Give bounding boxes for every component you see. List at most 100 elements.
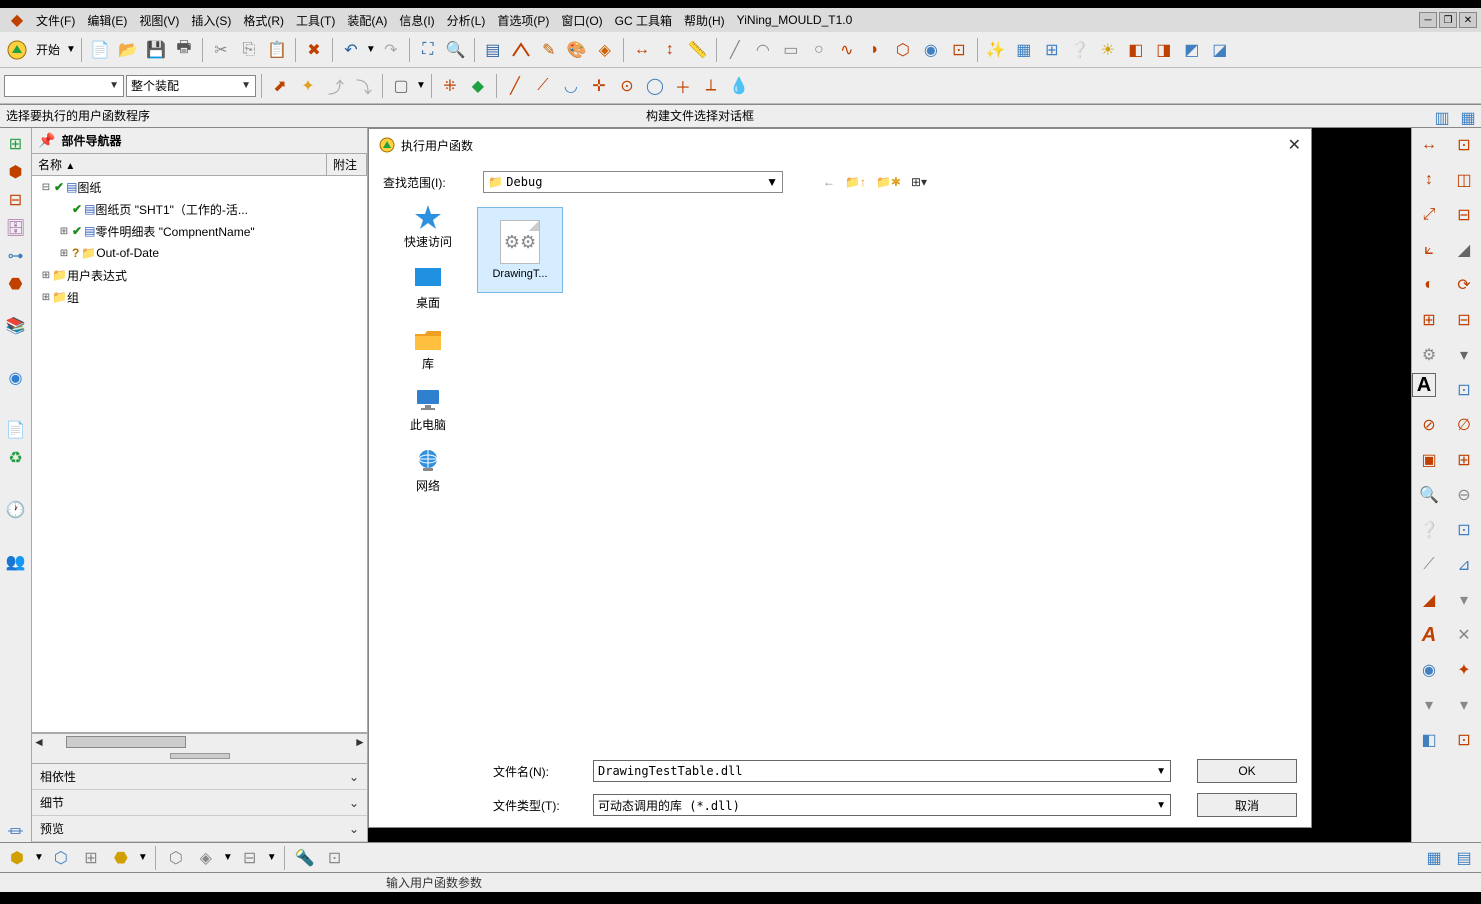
clamp-icon[interactable]: ⏛ — [4, 818, 28, 842]
rt-14-icon[interactable]: ▾ — [1447, 338, 1481, 372]
filetype-combo[interactable]: 可动态调用的库 (*.dll) ▼ — [593, 794, 1171, 816]
tool-b-icon[interactable]: ◨ — [1151, 37, 1177, 63]
snap-center-icon[interactable]: ⊙ — [614, 73, 640, 99]
tree-row[interactable]: ⊞?📁 Out-of-Date — [32, 242, 367, 264]
redo-icon[interactable]: ↷ — [378, 37, 404, 63]
rect-icon[interactable]: ▭ — [778, 37, 804, 63]
open-icon[interactable]: 📂 — [115, 37, 141, 63]
books-icon[interactable]: 📚 — [4, 314, 28, 338]
bt-r1-icon[interactable]: ▦ — [1421, 845, 1447, 871]
undo-dropdown[interactable]: ▼ — [366, 44, 376, 55]
selection-combo[interactable]: ▼ — [4, 75, 124, 97]
place-desktop[interactable]: 桌面 — [412, 264, 444, 311]
rt-3-icon[interactable]: ↕ — [1412, 163, 1446, 197]
bt-6-dd[interactable]: ▼ — [223, 852, 233, 863]
menu-window[interactable]: 窗口(O) — [555, 10, 608, 31]
rt-25-icon[interactable]: ⊿ — [1447, 548, 1481, 582]
chevron-down-icon[interactable]: ▼ — [66, 44, 76, 55]
shape4-icon[interactable]: ⊡ — [946, 37, 972, 63]
chevron-down-icon[interactable]: ▼ — [1156, 800, 1166, 811]
nx-icon[interactable] — [4, 37, 30, 63]
menu-tools[interactable]: 工具(T) — [290, 10, 341, 31]
rt-22-icon[interactable]: ❔ — [1412, 513, 1446, 547]
rt-28-icon[interactable]: A — [1412, 618, 1446, 652]
history-icon[interactable]: ⊟ — [4, 188, 28, 212]
view-mode-icon[interactable]: ⊞▾ — [911, 175, 927, 189]
sun-icon[interactable]: ☀ — [1095, 37, 1121, 63]
palette-icon[interactable]: 🎨 — [564, 37, 590, 63]
new-folder-icon[interactable]: 📁✱ — [876, 175, 901, 189]
place-computer[interactable]: 此电脑 — [410, 386, 446, 433]
grid-icon[interactable]: ▦ — [1011, 37, 1037, 63]
menu-format[interactable]: 格式(R) — [237, 10, 290, 31]
rt-4-icon[interactable]: ◫ — [1447, 163, 1481, 197]
circle-icon[interactable]: ○ — [806, 37, 832, 63]
shape3-icon[interactable]: ◉ — [918, 37, 944, 63]
wcs-icon[interactable] — [508, 37, 534, 63]
h-scrollbar[interactable]: ◄ ► — [32, 733, 367, 749]
filter1-icon[interactable]: ⬈ — [267, 73, 293, 99]
place-quick[interactable]: 快速访问 — [404, 203, 452, 250]
save-icon[interactable]: 💾 — [143, 37, 169, 63]
rt-26-icon[interactable]: ◢ — [1412, 583, 1446, 617]
cancel-button[interactable]: 取消 — [1197, 793, 1297, 817]
bt-7-dd[interactable]: ▼ — [267, 852, 277, 863]
expander-icon[interactable]: ⊞ — [40, 270, 52, 281]
clock-icon[interactable]: 🕐 — [4, 498, 28, 522]
menu-file[interactable]: 文件(F) — [30, 10, 81, 31]
rt-9-icon[interactable]: ◐ — [1412, 268, 1446, 302]
snap2-icon[interactable]: ◆ — [465, 73, 491, 99]
start-label[interactable]: 开始 — [32, 41, 64, 58]
bt-9-icon[interactable]: ⊡ — [322, 845, 348, 871]
bt-3-icon[interactable]: ⊞ — [78, 845, 104, 871]
bt-6-icon[interactable]: ◈ — [193, 845, 219, 871]
acc-preview[interactable]: 预览⌄ — [32, 816, 367, 842]
ruler-icon[interactable]: 📏 — [685, 37, 711, 63]
rt-13-icon[interactable]: ⚙ — [1412, 338, 1446, 372]
edit-icon[interactable]: ✎ — [536, 37, 562, 63]
scope-combo[interactable]: 📁 Debug ▼ — [483, 171, 783, 193]
menu-info[interactable]: 信息(I) — [393, 10, 440, 31]
snap-quad-icon[interactable]: ◯ — [642, 73, 668, 99]
filename-input[interactable]: DrawingTestTable.dll ▼ — [593, 760, 1171, 782]
snap1-icon[interactable]: ⁜ — [437, 73, 463, 99]
snap-mid-icon[interactable]: ⟋ — [530, 73, 556, 99]
tree-row[interactable]: ⊞📁 组 — [32, 286, 367, 308]
new-icon[interactable]: 📄 — [87, 37, 113, 63]
rt-12-icon[interactable]: ⊟ — [1447, 303, 1481, 337]
doc-icon[interactable]: 📄 — [4, 418, 28, 442]
restore-button[interactable]: ❐ — [1439, 12, 1457, 28]
expander-icon[interactable]: ⊞ — [58, 248, 70, 259]
bt-1-icon[interactable]: ⬢ — [4, 845, 30, 871]
rt-33-icon[interactable]: ▾ — [1447, 688, 1481, 722]
acc-detail[interactable]: 细节⌄ — [32, 790, 367, 816]
pin-icon[interactable]: 📌 — [38, 132, 55, 149]
up-folder-icon[interactable]: 📁↑ — [845, 175, 866, 189]
dim2-icon[interactable]: ↕ — [657, 37, 683, 63]
bt-5-icon[interactable]: ⬡ — [163, 845, 189, 871]
snap-arc-icon[interactable]: ◡ — [558, 73, 584, 99]
bt-4-icon[interactable]: ⬣ — [108, 845, 134, 871]
selbox-icon[interactable]: ▢ — [388, 73, 414, 99]
filter2-icon[interactable]: ✦ — [295, 73, 321, 99]
delete-icon[interactable]: ✖ — [301, 37, 327, 63]
help-icon[interactable]: ❔ — [1067, 37, 1093, 63]
zoom-icon[interactable]: 🔍 — [443, 37, 469, 63]
nav-icon[interactable]: ⊞ — [4, 132, 28, 156]
rt-16-icon[interactable]: ⊘ — [1412, 408, 1446, 442]
menu-edit[interactable]: 编辑(E) — [81, 10, 133, 31]
sparkle-icon[interactable]: ✨ — [983, 37, 1009, 63]
tree-row[interactable]: ⊞📁 用户表达式 — [32, 264, 367, 286]
scroll-right-icon[interactable]: ► — [353, 735, 367, 749]
graphics-area[interactable]: 执行用户函数 ✕ 查找范围(I): 📁 Debug ▼ ← 📁↑ 📁✱ ⊞▾ — [368, 128, 1411, 842]
place-network[interactable]: 网络 — [412, 447, 444, 494]
people-icon[interactable]: 👥 — [4, 550, 28, 574]
tool-d-icon[interactable]: ◪ — [1207, 37, 1233, 63]
bt-2-icon[interactable]: ⬡ — [48, 845, 74, 871]
menu-view[interactable]: 视图(V) — [133, 10, 185, 31]
rt-20-icon[interactable]: 🔍 — [1412, 478, 1446, 512]
rt-7-icon[interactable]: ⟀ — [1412, 233, 1446, 267]
chevron-down-icon[interactable]: ▼ — [1156, 766, 1166, 777]
rt-2-icon[interactable]: ⊡ — [1447, 128, 1481, 162]
rt-21-icon[interactable]: ⊖ — [1447, 478, 1481, 512]
